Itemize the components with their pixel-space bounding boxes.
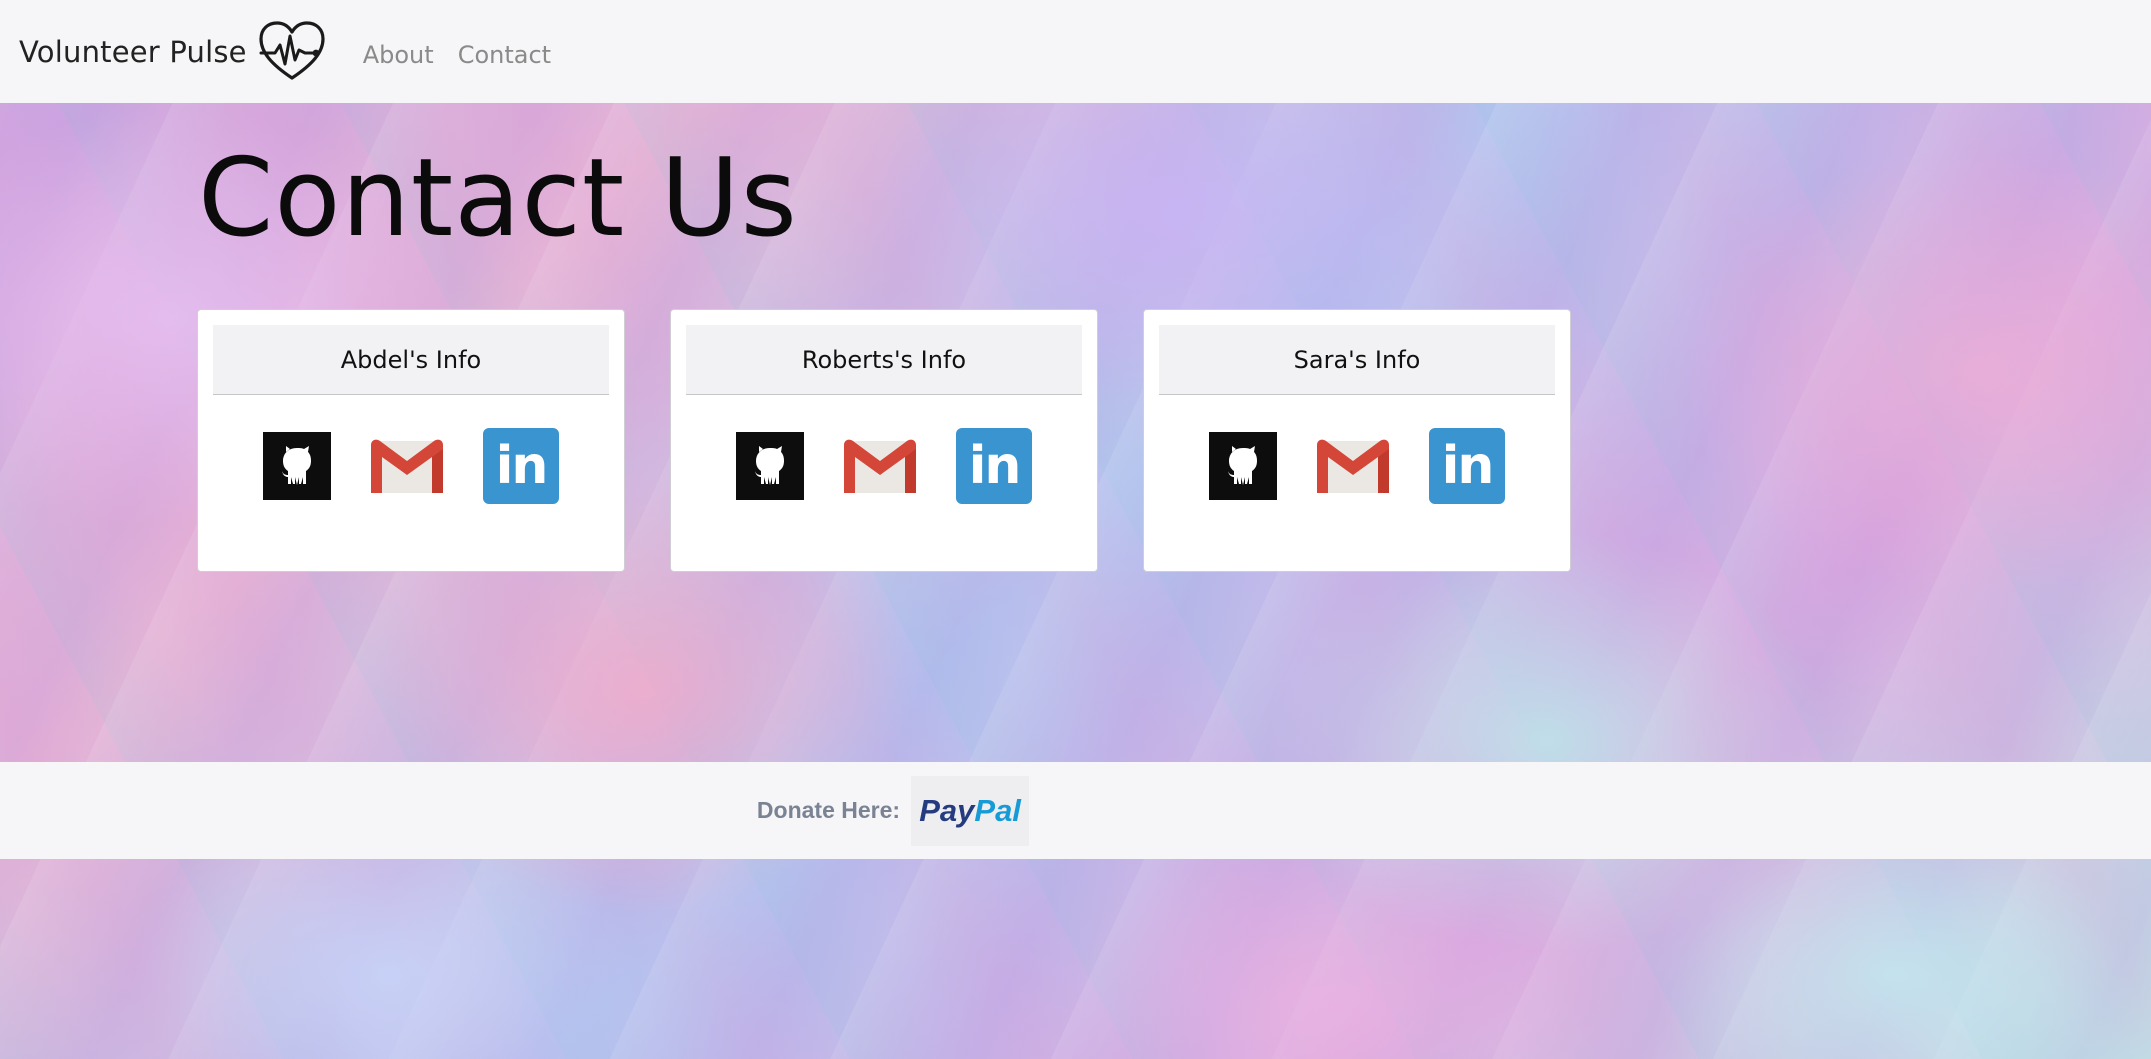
- github-octocat-glyph: [755, 446, 784, 485]
- card-social-links: in: [198, 428, 624, 504]
- paypal-logo-pal: Pal: [974, 792, 1021, 828]
- github-octocat-glyph: [1228, 446, 1257, 485]
- card-social-links: in: [671, 428, 1097, 504]
- github-icon[interactable]: [736, 432, 804, 500]
- linkedin-icon[interactable]: in: [483, 428, 559, 504]
- contact-cards: Abdel's Info in Roberts's Info in Sara's…: [197, 309, 1571, 572]
- github-icon[interactable]: [263, 432, 331, 500]
- linkedin-icon[interactable]: in: [956, 428, 1032, 504]
- card-header: Abdel's Info: [213, 325, 609, 395]
- donate-section: Donate Here: Pay Pal: [756, 775, 1030, 846]
- nav-links: About Contact: [363, 41, 575, 69]
- card-social-links: in: [1144, 428, 1570, 504]
- nav-link-contact[interactable]: Contact: [458, 41, 551, 69]
- brand-link[interactable]: Volunteer Pulse: [19, 20, 327, 84]
- linkedin-icon[interactable]: in: [1429, 428, 1505, 504]
- navbar: Volunteer Pulse About Contact: [0, 0, 2151, 103]
- heartbeat-icon: [259, 20, 325, 80]
- paypal-logo-pay: Pay: [919, 792, 975, 828]
- contact-card-abdel: Abdel's Info in: [197, 309, 625, 572]
- donate-label: Donate Here:: [756, 797, 901, 823]
- gmail-icon[interactable]: [369, 437, 445, 495]
- brand-name: Volunteer Pulse: [19, 34, 247, 69]
- contact-card-roberts: Roberts's Info in: [670, 309, 1098, 572]
- github-octocat-glyph: [282, 446, 311, 485]
- page-title: Contact Us: [198, 136, 798, 261]
- gmail-envelope-glyph: [844, 439, 916, 493]
- gmail-icon[interactable]: [1315, 437, 1391, 495]
- github-icon[interactable]: [1209, 432, 1277, 500]
- card-header: Sara's Info: [1159, 325, 1555, 395]
- paypal-button[interactable]: Pay Pal: [911, 775, 1030, 846]
- card-header: Roberts's Info: [686, 325, 1082, 395]
- nav-link-about[interactable]: About: [363, 41, 434, 69]
- footer: Donate Here: Pay Pal: [0, 762, 2151, 859]
- gmail-envelope-glyph: [1317, 439, 1389, 493]
- gmail-envelope-glyph: [371, 439, 443, 493]
- contact-card-sara: Sara's Info in: [1143, 309, 1571, 572]
- gmail-icon[interactable]: [842, 437, 918, 495]
